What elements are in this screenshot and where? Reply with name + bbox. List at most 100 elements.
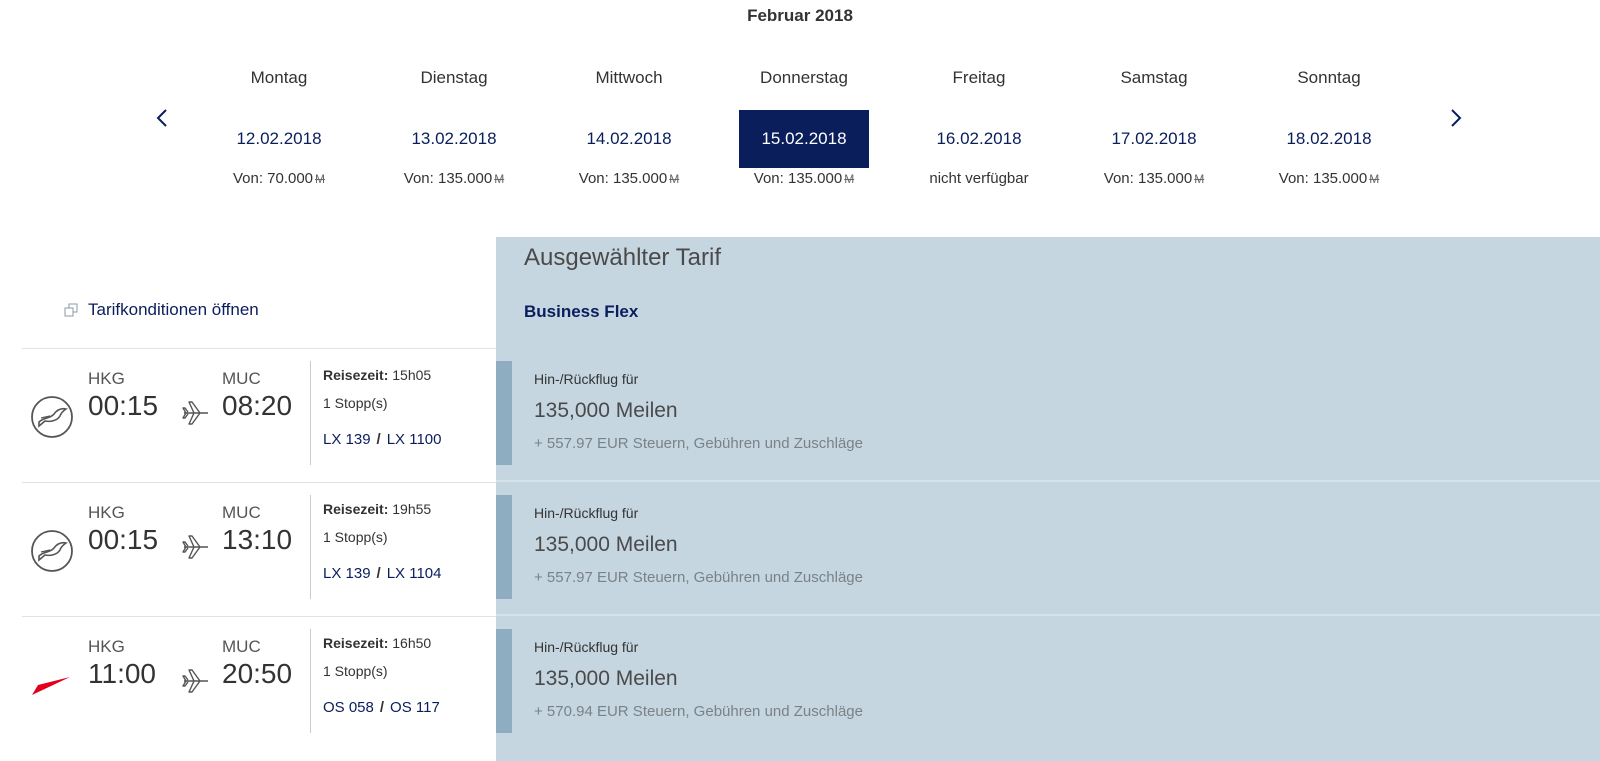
miles-symbol: M	[1194, 172, 1205, 186]
day-name: Samstag	[1120, 68, 1188, 87]
fare-option[interactable]: Hin-/Rückflug für 135,000 Meilen + 557.97 …	[496, 361, 1600, 465]
day-name: Sonntag	[1297, 68, 1361, 87]
column-divider	[310, 629, 311, 733]
day-date[interactable]: 18.02.2018	[1264, 110, 1394, 168]
departure-time: 11:00	[88, 658, 156, 689]
travel-time-value: 19h55	[392, 501, 432, 517]
fare-accent-bar	[496, 495, 512, 599]
fare-accent-bar	[496, 629, 512, 733]
departure-time: 00:15	[88, 390, 159, 421]
origin-code: HKG	[88, 369, 125, 388]
chevron-right-icon	[1451, 109, 1462, 127]
flight-number-link[interactable]: LX 139	[323, 431, 371, 448]
travel-time: Reisezeit: 16h50	[323, 635, 431, 651]
fare-conditions-link[interactable]: Tarifkonditionen öffnen	[64, 300, 259, 320]
flight-separator: /	[376, 565, 381, 582]
day-price: Von: 135.000 M	[369, 170, 539, 187]
fare-conditions-label: Tarifkonditionen öffnen	[88, 300, 259, 319]
destination-code: MUC	[222, 503, 261, 522]
fare-option-label: Hin-/Rückflug für	[534, 371, 639, 387]
flight-numbers: LX 139 / LX 1104	[323, 565, 442, 582]
fare-miles: 135,000 Meilen	[534, 399, 678, 422]
flight-number-link[interactable]: LX 139	[323, 565, 371, 582]
lufthansa-crane-icon	[31, 396, 73, 438]
miles-symbol: M	[844, 172, 855, 186]
arrival-time: 13:10	[222, 524, 293, 555]
day-date[interactable]: 12.02.2018	[214, 110, 344, 168]
miles-symbol: M	[669, 172, 680, 186]
stops-count: 1 Stopp(s)	[323, 529, 388, 545]
airplane-icon	[182, 535, 208, 559]
day-price-text: nicht verfügbar	[929, 170, 1029, 187]
departure-time: 00:15	[88, 524, 159, 555]
day-name: Mittwoch	[595, 68, 663, 87]
flight-number-link[interactable]: LX 1100	[387, 431, 442, 448]
external-window-icon	[64, 303, 78, 317]
day-name: Donnerstag	[760, 68, 848, 87]
arrival-time: 08:20	[222, 390, 293, 421]
day-price: Von: 70.000 M	[194, 170, 364, 187]
fare-row-divider	[496, 480, 1600, 482]
day-dienstag[interactable]: Dienstag 13.02.2018 Von: 135.000 M	[369, 60, 539, 187]
day-samstag[interactable]: Samstag 17.02.2018 Von: 135.000 M	[1069, 60, 1239, 187]
travel-time-value: 15h05	[392, 367, 432, 383]
day-donnerstag[interactable]: Donnerstag 15.02.2018 Von: 135.000 M	[719, 60, 889, 187]
day-price: Von: 135.000 M	[1069, 170, 1239, 187]
fare-accent-bar	[496, 361, 512, 465]
day-date[interactable]: 14.02.2018	[564, 110, 694, 168]
arrival-time: 20:50	[222, 658, 293, 689]
day-date[interactable]: 16.02.2018	[914, 110, 1044, 168]
day-date[interactable]: 17.02.2018	[1089, 110, 1219, 168]
column-divider	[310, 361, 311, 465]
travel-time: Reisezeit: 19h55	[323, 501, 431, 517]
fare-option[interactable]: Hin-/Rückflug für 135,000 Meilen + 557.97 …	[496, 495, 1600, 599]
day-price-text: Von: 135.000	[1103, 170, 1193, 187]
next-week-button[interactable]	[1436, 98, 1476, 138]
origin-code: HKG	[88, 503, 125, 522]
fare-miles: 135,000 Meilen	[534, 533, 678, 556]
flight-row[interactable]: HKG 00:15 MUC 13:10 Reisezeit: 19h55 1 Stopp(…	[22, 483, 1600, 617]
austrian-chevron-icon	[32, 677, 70, 695]
flight-separator: /	[379, 699, 385, 716]
travel-time-label: Reisezeit:	[323, 635, 389, 651]
flight-row[interactable]: HKG 00:15 MUC 08:20 Reisezeit: 15h05 1 Stopp(…	[22, 349, 1600, 483]
travel-time-label: Reisezeit:	[323, 501, 389, 517]
fare-miles: 135,000 Meilen	[534, 667, 678, 690]
flight-row[interactable]: HKG 11:00 MUC 20:50 Reisezeit: 16h50 1 Stopp(…	[22, 617, 1600, 751]
day-price-text: Von: 135.000	[1278, 170, 1368, 187]
travel-time-value: 16h50	[392, 635, 432, 651]
day-price-text: Von: 135.000	[403, 170, 493, 187]
flight-number-link[interactable]: OS 117	[390, 699, 440, 716]
day-sonntag[interactable]: Sonntag 18.02.2018 Von: 135.000 M	[1244, 60, 1414, 187]
day-montag[interactable]: Montag 12.02.2018 Von: 70.000 M	[194, 60, 364, 187]
fare-taxes: + 557.97 EUR Steuern, Gebühren und Zusch…	[534, 435, 863, 452]
day-freitag[interactable]: Freitag 16.02.2018 nicht verfügbar	[894, 60, 1064, 187]
day-date[interactable]: 15.02.2018	[739, 110, 869, 168]
flight-numbers: OS 058 / OS 117	[323, 699, 440, 716]
fare-option-label: Hin-/Rückflug für	[534, 639, 639, 655]
day-date[interactable]: 13.02.2018	[389, 110, 519, 168]
stops-count: 1 Stopp(s)	[323, 663, 388, 679]
fare-option[interactable]: Hin-/Rückflug für 135,000 Meilen + 570.94 …	[496, 629, 1600, 733]
day-price: Von: 135.000 M	[544, 170, 714, 187]
flight-numbers: LX 139 / LX 1100	[323, 431, 442, 448]
lufthansa-crane-icon	[31, 530, 73, 572]
fare-taxes: + 570.94 EUR Steuern, Gebühren und Zusch…	[534, 703, 863, 720]
month-title: Februar 2018	[747, 6, 853, 25]
travel-time-label: Reisezeit:	[323, 367, 389, 383]
day-price-text: Von: 135.000	[578, 170, 668, 187]
destination-code: MUC	[222, 637, 261, 656]
day-mittwoch[interactable]: Mittwoch 14.02.2018 Von: 135.000 M	[544, 60, 714, 187]
flight-number-link[interactable]: LX 1104	[387, 565, 442, 582]
previous-week-button[interactable]	[142, 98, 182, 138]
airplane-icon	[182, 401, 208, 425]
flight-number-link[interactable]: OS 058	[323, 699, 374, 716]
day-price: nicht verfügbar	[894, 170, 1064, 187]
selected-fare-heading: Ausgewählter Tarif	[524, 244, 721, 271]
airplane-icon	[182, 669, 208, 693]
day-name: Freitag	[952, 68, 1006, 87]
day-price-text: Von: 70.000	[232, 170, 314, 187]
fare-option-label: Hin-/Rückflug für	[534, 505, 639, 521]
day-price: Von: 135.000 M	[719, 170, 889, 187]
destination-code: MUC	[222, 369, 261, 388]
